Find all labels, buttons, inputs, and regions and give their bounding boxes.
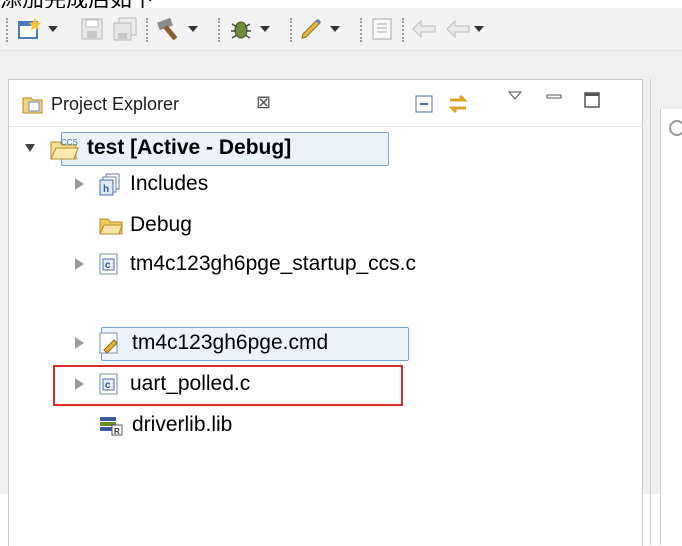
expand-twisty-icon[interactable]	[75, 178, 84, 190]
item-label: tm4c123gh6pge_startup_ccs.c	[130, 252, 417, 275]
c-file-icon: c	[99, 373, 118, 395]
tree-item-debug[interactable]: Debug	[75, 208, 192, 242]
c-file-icon: c	[99, 253, 118, 275]
svg-text:c: c	[105, 260, 111, 271]
includes-icon: h	[99, 173, 120, 196]
build-icon	[157, 17, 178, 41]
toolbar-separator	[360, 18, 362, 42]
debug-icon	[231, 21, 251, 39]
adjacent-view	[660, 109, 682, 545]
chevron-down-icon[interactable]	[474, 26, 484, 32]
tree-item-cmd-file[interactable]: tm4c123gh6pge.cmd	[75, 326, 328, 360]
workbench-area: Project Explorer ⊠ CCS test [Active - De…	[0, 51, 682, 546]
view-menu-icon[interactable]	[507, 88, 523, 104]
item-label: Debug	[130, 213, 192, 236]
new-wizard-button[interactable]	[16, 16, 58, 42]
folder-icon	[99, 218, 123, 235]
view-title[interactable]: Project Explorer	[51, 94, 179, 115]
chevron-down-icon[interactable]	[330, 26, 340, 32]
toolbar-separator	[218, 18, 220, 42]
tree-item-uart-polled[interactable]: c uart_polled.c	[75, 367, 250, 401]
chevron-down-icon[interactable]	[48, 26, 58, 32]
save-button[interactable]	[80, 16, 104, 42]
save-icon	[81, 18, 103, 40]
tree-item-driverlib[interactable]: R driverlib.lib	[75, 408, 232, 442]
view-tab-bar: Project Explorer ⊠	[9, 80, 642, 127]
expand-twisty-icon[interactable]	[25, 144, 35, 152]
cmd-file-icon	[99, 332, 118, 354]
tree-item-startup-file[interactable]: c tm4c123gh6pge_startup_ccs.c	[75, 247, 416, 281]
svg-text:h: h	[103, 184, 109, 195]
item-label: driverlib.lib	[132, 413, 233, 436]
collapse-all-icon[interactable]	[414, 94, 436, 116]
maximize-icon[interactable]	[582, 90, 602, 110]
close-icon[interactable]: ⊠	[256, 92, 271, 113]
minimize-icon[interactable]	[545, 88, 563, 106]
console-button[interactable]	[370, 16, 394, 42]
back-button[interactable]	[410, 16, 440, 42]
item-label: tm4c123gh6pge.cmd	[132, 331, 329, 354]
new-wizard-icon	[18, 18, 41, 39]
view-icon	[669, 120, 682, 136]
toolbar-separator	[290, 18, 292, 42]
debug-button[interactable]	[228, 16, 270, 42]
library-icon: R	[100, 417, 123, 436]
pen-button[interactable]	[298, 16, 340, 42]
item-label: Includes	[130, 172, 209, 195]
item-label: uart_polled.c	[130, 372, 251, 395]
save-all-button[interactable]	[112, 16, 138, 42]
toolbar-separator	[402, 18, 404, 42]
project-explorer-view: Project Explorer ⊠ CCS test [Active - De…	[8, 79, 643, 546]
expand-twisty-icon[interactable]	[75, 378, 84, 390]
history-dropdown[interactable]	[474, 16, 484, 42]
pen-icon	[301, 18, 322, 39]
project-explorer-icon	[22, 97, 43, 114]
link-with-editor-icon[interactable]	[446, 92, 470, 116]
chevron-down-icon[interactable]	[188, 26, 198, 32]
console-icon	[372, 18, 392, 40]
build-button[interactable]	[156, 16, 198, 42]
toolbar-separator	[146, 18, 148, 42]
forward-icon	[446, 19, 470, 39]
toolbar-separator	[6, 18, 8, 42]
expand-twisty-icon[interactable]	[75, 258, 84, 270]
expand-twisty-icon[interactable]	[75, 337, 84, 349]
svg-text:R: R	[114, 427, 120, 436]
project-label: test [Active - Debug]	[87, 136, 292, 159]
ccs-badge: CCS	[61, 138, 78, 147]
adjacent-view-edge	[650, 79, 651, 545]
tree-item-includes[interactable]: h Includes	[75, 167, 208, 201]
save-all-icon	[113, 17, 137, 41]
ccs-project-folder-icon: CCS	[50, 138, 79, 160]
forward-button[interactable]	[444, 16, 474, 42]
chevron-down-icon[interactable]	[260, 26, 270, 32]
main-toolbar	[0, 8, 682, 51]
svg-text:c: c	[105, 380, 111, 391]
back-icon	[412, 19, 436, 39]
tree-project-test[interactable]: CCS test [Active - Debug]	[25, 131, 291, 165]
